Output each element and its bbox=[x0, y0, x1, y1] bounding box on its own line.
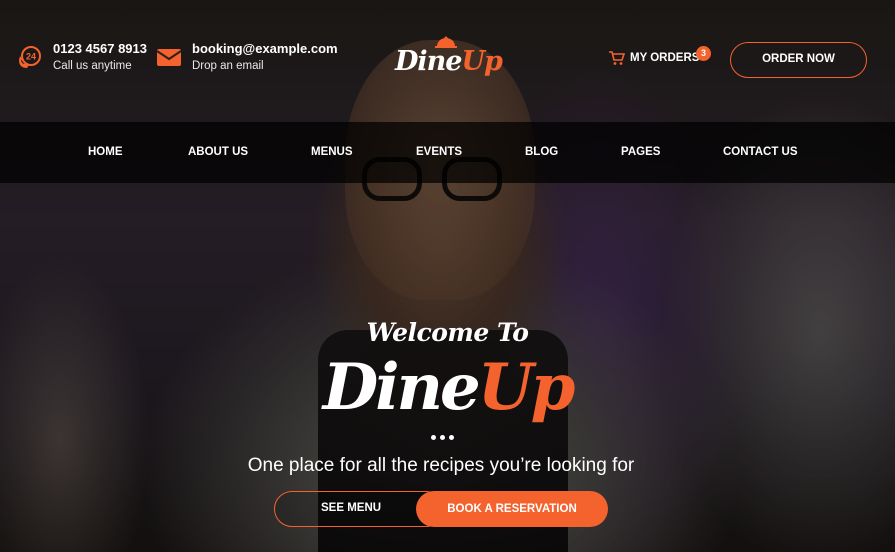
envelope-icon bbox=[156, 49, 182, 66]
order-now-button[interactable]: ORDER NOW bbox=[730, 42, 867, 78]
email-caption: Drop an email bbox=[192, 60, 264, 72]
nav-item-events[interactable]: EVENTS bbox=[416, 122, 462, 183]
phone-caption: Call us anytime bbox=[53, 60, 132, 72]
hero-title-dine: Dine bbox=[322, 350, 481, 425]
my-orders-label: MY ORDERS bbox=[630, 52, 700, 64]
logo-word-dine: Dine bbox=[395, 46, 462, 77]
cart-icon bbox=[609, 51, 625, 65]
hero-tagline: One place for all the recipes you’re loo… bbox=[247, 455, 635, 476]
hero-title-up: Up bbox=[477, 350, 576, 425]
nav-item-home[interactable]: HOME bbox=[88, 122, 123, 183]
email-contact[interactable]: booking@example.com Drop an email bbox=[156, 41, 338, 75]
phone-contact[interactable]: 24 0123 4567 8913 Call us anytime bbox=[17, 41, 147, 75]
decorative-dots bbox=[431, 435, 454, 440]
phone-24-icon: 24 bbox=[19, 46, 41, 68]
my-orders-link[interactable]: MY ORDERS 3 bbox=[609, 46, 711, 66]
site-logo[interactable]: DineUp bbox=[395, 36, 503, 86]
hero-title-logo: DineUp bbox=[0, 350, 895, 426]
nav-item-blog[interactable]: BLOG bbox=[525, 122, 558, 183]
orders-count-badge: 3 bbox=[696, 46, 711, 61]
hero-welcome-text: Welcome To bbox=[366, 318, 529, 347]
main-nav: HOME ABOUT US MENUS EVENTS BLOG PAGES CO… bbox=[0, 122, 895, 183]
nav-item-contact-us[interactable]: CONTACT US bbox=[723, 122, 798, 183]
phone-number: 0123 4567 8913 bbox=[53, 41, 147, 56]
book-reservation-button[interactable]: BOOK A RESERVATION bbox=[416, 491, 608, 527]
nav-item-pages[interactable]: PAGES bbox=[621, 122, 660, 183]
nav-item-menus[interactable]: MENUS bbox=[311, 122, 353, 183]
top-header: 24 0123 4567 8913 Call us anytime bookin… bbox=[0, 0, 895, 122]
logo-word-up: Up bbox=[461, 46, 502, 77]
svg-text:24: 24 bbox=[26, 52, 36, 62]
logo-wordmark: DineUp bbox=[395, 46, 503, 77]
nav-item-about-us[interactable]: ABOUT US bbox=[188, 122, 248, 183]
email-address: booking@example.com bbox=[192, 41, 338, 56]
